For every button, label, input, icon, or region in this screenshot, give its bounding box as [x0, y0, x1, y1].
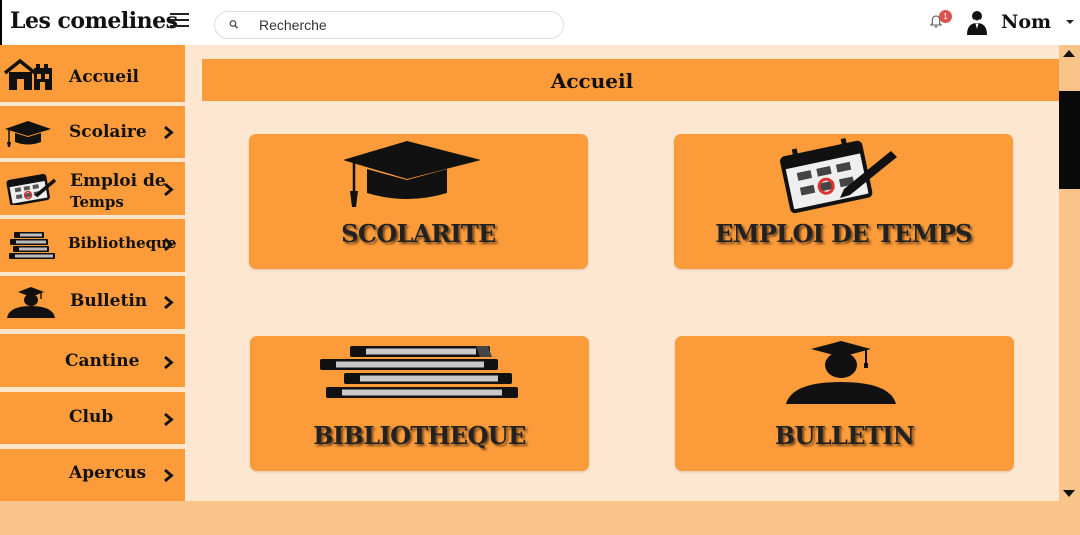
- calendar-icon: [780, 138, 897, 214]
- menu-toggle-icon[interactable]: [170, 13, 189, 28]
- chevron-right-icon: [164, 296, 174, 309]
- calendar-icon: [6, 173, 57, 205]
- graduation-cap-icon: [5, 121, 51, 147]
- sidebar-item-label: Scolaire: [69, 122, 147, 142]
- sidebar-item-apercus[interactable]: Apercus: [0, 449, 185, 501]
- sidebar-item-scolaire[interactable]: Scolaire: [0, 106, 185, 158]
- card-bibliotheque[interactable]: BIBLIOTHEQUE: [250, 336, 589, 471]
- chevron-right-icon: [164, 356, 174, 369]
- sidebar-item-bibliotheque[interactable]: Bibliotheque: [0, 219, 185, 272]
- card-bulletin[interactable]: BULLETIN: [675, 336, 1014, 471]
- app-title[interactable]: Les comelines: [10, 8, 178, 34]
- page-header: Accueil: [202, 59, 1059, 101]
- scrollbar[interactable]: [1059, 45, 1080, 501]
- sidebar-item-accueil[interactable]: Accueil: [0, 45, 185, 102]
- house-icon: [3, 59, 52, 90]
- graduate-icon: [7, 287, 55, 318]
- sidebar: Accueil Scolaire Emploi de Temps Bibliot…: [0, 45, 185, 501]
- sidebar-item-label-line2: Temps: [70, 193, 124, 211]
- card-label: BIBLIOTHEQUE: [313, 421, 526, 450]
- scroll-up-arrow-icon[interactable]: [1063, 50, 1075, 57]
- user-avatar-icon[interactable]: [966, 9, 988, 35]
- graduation-cap-icon: [343, 141, 481, 207]
- sidebar-item-label: Apercus: [69, 463, 147, 483]
- card-label: SCOLARITE: [341, 219, 496, 248]
- user-dropdown-caret-icon[interactable]: [1066, 20, 1074, 24]
- graduate-icon: [786, 341, 896, 404]
- notification-badge[interactable]: 1: [939, 10, 952, 23]
- sidebar-item-label: Club: [69, 407, 114, 427]
- user-name[interactable]: Nom: [1001, 11, 1051, 33]
- sidebar-item-label: Bibliotheque: [68, 234, 177, 252]
- chevron-right-icon: [164, 238, 174, 251]
- chevron-right-icon: [164, 183, 174, 196]
- chevron-right-icon: [164, 469, 174, 482]
- search-icon: [229, 20, 239, 29]
- window-edge: [0, 0, 2, 45]
- card-label: EMPLOI DE TEMPS: [715, 219, 972, 248]
- sidebar-item-label: Emploi de: [70, 171, 166, 191]
- main-content: Accueil SCOLARITE EMPLOI DE TEMPS BIBLIO…: [185, 45, 1059, 501]
- books-icon: [320, 346, 518, 398]
- footer-area: [0, 501, 1080, 535]
- sidebar-item-club[interactable]: Club: [0, 392, 185, 444]
- books-icon: [9, 232, 55, 259]
- sidebar-item-label: Cantine: [65, 351, 140, 371]
- scroll-thumb[interactable]: [1059, 91, 1080, 189]
- chevron-right-icon: [164, 126, 174, 139]
- sidebar-item-cantine[interactable]: Cantine: [0, 334, 185, 387]
- search-input[interactable]: [259, 16, 549, 34]
- page-title: Accueil: [550, 69, 634, 93]
- sidebar-item-label: Accueil: [69, 67, 139, 87]
- sidebar-item-emploi-de-temps[interactable]: Emploi de Temps: [0, 162, 185, 215]
- card-emploi-de-temps[interactable]: EMPLOI DE TEMPS: [674, 134, 1013, 269]
- scroll-down-arrow-icon[interactable]: [1063, 490, 1075, 497]
- card-scolarite[interactable]: SCOLARITE: [249, 134, 588, 269]
- sidebar-item-label: Bulletin: [70, 291, 148, 311]
- card-label: BULLETIN: [774, 421, 915, 450]
- top-bar: Les comelines 1 Nom: [0, 0, 1080, 45]
- search-box[interactable]: [214, 11, 564, 39]
- sidebar-item-bulletin[interactable]: Bulletin: [0, 276, 185, 329]
- chevron-right-icon: [164, 413, 174, 426]
